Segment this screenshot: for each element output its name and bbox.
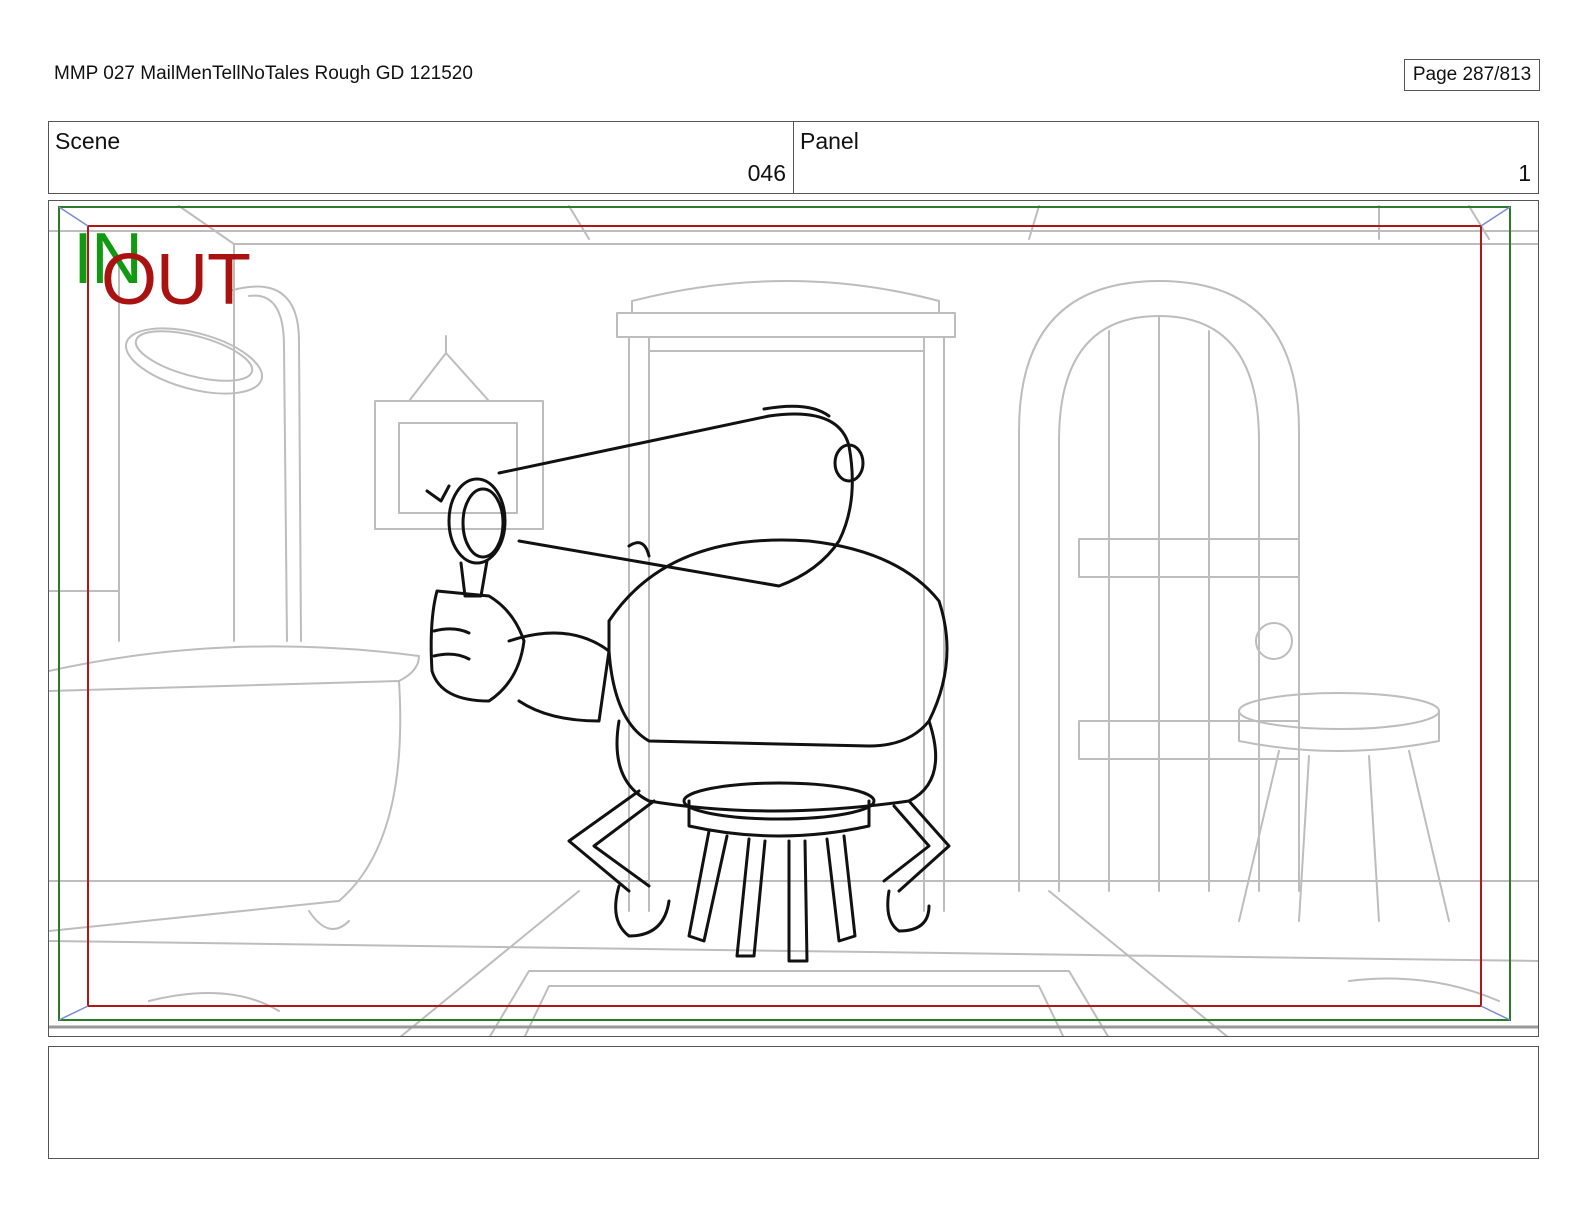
scene-panel-info: Scene 046 Panel 1 <box>48 121 1539 194</box>
scene-cell: Scene 046 <box>49 122 793 193</box>
panel-notes-box <box>48 1046 1539 1159</box>
panel-cell: Panel 1 <box>793 122 1538 193</box>
storyboard-panel: IN OUT <box>48 200 1539 1037</box>
out-frame-border <box>87 225 1482 1007</box>
scene-label: Scene <box>55 128 121 154</box>
scene-number: 046 <box>747 160 786 186</box>
page-number-label: Page 287/813 <box>1412 64 1532 85</box>
panel-drawing <box>49 205 1538 1036</box>
character-sketch <box>425 404 951 963</box>
document-title: MMP 027 MailMenTellNoTales Rough GD 1215… <box>54 63 473 84</box>
corner-markers <box>58 206 1511 1021</box>
page-number: Page 287/813 <box>1404 59 1540 91</box>
panel-label: Panel <box>800 128 859 154</box>
panel-number: 1 <box>1518 160 1531 186</box>
background-room-sketch <box>49 205 1538 1036</box>
in-frame-border <box>58 206 1511 1021</box>
out-marker-label: OUT <box>101 240 251 320</box>
